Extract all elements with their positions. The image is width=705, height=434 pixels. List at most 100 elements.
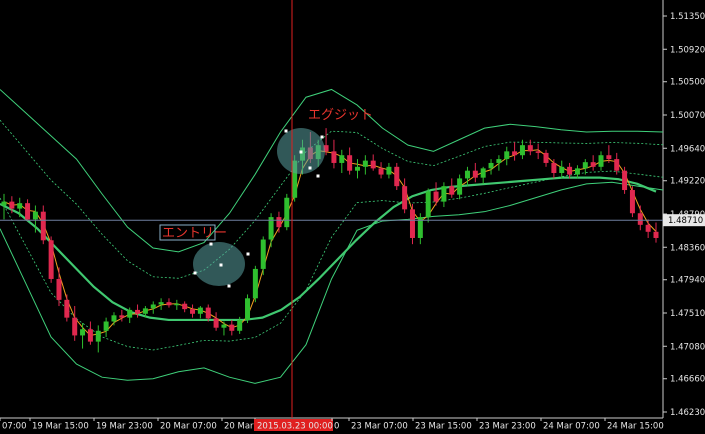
price-tick-label: 1.50070 [670,111,705,121]
candle-body [252,268,258,299]
candle-body [95,330,101,342]
current-price-label: 1.48710 [668,216,703,226]
price-chart[interactable]: エントリー エグジット 1.51350 1.50920 1.50500 1.50070… [0,0,705,434]
price-tick-label: 1.50920 [670,45,705,55]
candle-body [629,190,635,214]
candle-body [362,160,368,167]
candle-body [158,302,164,305]
candle-body [582,162,588,169]
candle-body [347,155,353,171]
candle-body [229,324,235,331]
time-tick-label: 19 Mar 23:00 [96,422,153,432]
time-tick-label: 0 [334,422,339,432]
candle-body [354,166,360,171]
signal-dot [219,263,223,267]
candle-body [567,166,573,175]
price-tick-label: 1.46660 [670,375,705,385]
candle-body [519,145,525,156]
signal-dot [320,135,324,139]
candle-body [425,191,431,218]
candle-body [80,329,86,336]
candle-body [496,159,502,163]
candle-body [284,197,290,228]
candle-body [25,203,31,220]
candle-body [56,278,62,300]
chart-window: エントリー エグジット 1.51350 1.50920 1.50500 1.50070… [0,0,705,434]
candle-body [221,324,227,328]
candle-body [614,159,620,171]
candle-body [72,317,78,336]
candle-body [488,162,494,169]
signal-dot [209,242,213,246]
candle-body [598,155,604,167]
candle-body [142,308,148,314]
candle-body [32,211,38,220]
candle-body [260,239,266,269]
candle-body [464,170,470,179]
candle-body [1,201,7,206]
candle-body [190,309,196,314]
time-tick-label: 20 Mar 07:00 [160,422,217,432]
candle-body [378,168,384,175]
entry-highlight [193,242,245,286]
candle-body [103,321,109,331]
time-tick-label: 24 Mar 15:00 [607,422,664,432]
candle-body [457,178,463,195]
candle-body [480,168,486,178]
candle-body [543,152,549,163]
candle-body [276,217,282,228]
time-tick-label: 23 Mar 23:00 [479,422,536,432]
candle-body [441,186,447,202]
candle-body [409,209,415,238]
candle-body [111,315,117,322]
candle-body [119,315,125,318]
price-tick-label: 1.49640 [670,144,705,154]
time-tick-label: 23 Mar 15:00 [415,422,472,432]
candle-body [559,166,565,174]
candle-body [449,186,455,195]
candle-body [237,319,243,331]
candle-body [370,160,376,169]
signal-dot [308,166,312,170]
candle-body [551,162,557,174]
candle-body [606,155,612,160]
price-tick-label: 1.47940 [670,276,705,286]
signal-dot [193,271,197,275]
price-tick-label: 1.47510 [670,309,705,319]
chart-background [0,0,705,434]
candle-body [331,151,337,163]
candle-body [433,191,439,202]
candle-body [135,309,141,314]
candle-body [402,186,408,210]
candle-body [653,231,659,238]
price-tick-label: 1.48360 [670,243,705,253]
signal-dot [246,252,250,256]
price-tick-label: 1.51350 [670,12,705,22]
exit-label: エグジット [308,108,373,123]
candle-body [527,145,533,152]
candle-body [64,299,70,318]
time-tick-label: 19 Mar 15:00 [32,422,89,432]
candle-body [48,240,54,279]
time-tick-label: 23 Mar 07:00 [351,422,408,432]
candle-body [339,155,345,163]
candle-body [166,302,172,306]
time-tick-label: 24 Mar 07:00 [543,422,600,432]
candle-body [472,170,478,178]
price-tick-label: 1.47080 [670,342,705,352]
candle-body [9,201,15,209]
candle-body [127,309,133,318]
candle-body [535,151,541,153]
candle-body [386,166,392,175]
time-tick-label: 07:00 [2,422,27,432]
crosshair-time-label: 2015.03.23 00:00 [257,422,333,432]
candle-body [150,304,156,309]
candle-body [87,329,93,342]
candle-body [205,307,211,319]
price-tick-label: 1.50500 [670,78,705,88]
candle-body [512,151,518,156]
candle-body [182,303,188,310]
candle-body [590,162,596,167]
candle-body [17,203,23,209]
signal-dot [284,129,288,133]
